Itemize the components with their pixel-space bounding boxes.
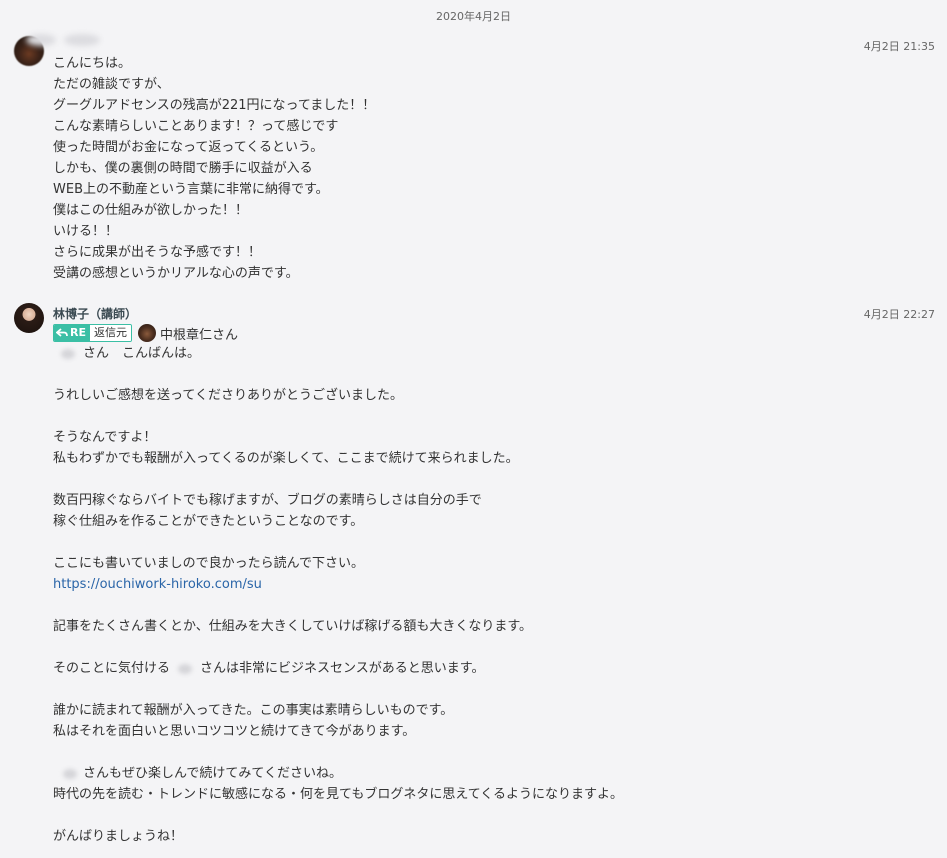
reply-to-name[interactable]: 中根章仁さん — [160, 324, 238, 343]
message-line: うれしいご感想を送ってくださりありがとうございました。 — [53, 388, 403, 403]
message-line: さん こんばんは。 — [53, 343, 623, 364]
message-line — [53, 637, 623, 658]
message-line — [53, 406, 623, 427]
message-line: 私はそれを面白いと思いコツコツと続けてきて今があります。 — [53, 724, 416, 739]
message-line — [53, 532, 623, 553]
reply-arrow-icon — [56, 328, 68, 337]
message-line: そのことに気付ける さんは非常にビジネスセンスがあると思います。 — [53, 661, 485, 676]
message-line: 記事をたくさん書くとか、仕組みを大きくしていけば稼げる額も大きくなります。 — [53, 619, 533, 634]
message-line — [53, 742, 623, 763]
reply-badge-label: RE — [70, 326, 86, 339]
message-2: 林博子（講師） 4月2日 22:27 RE 返信元 中根章仁さん さん こんばん… — [0, 0, 947, 858]
message-line — [53, 469, 623, 490]
message-line: 誰かに読まれて報酬が入ってきた。この事実は素晴らしいものです。 — [53, 703, 454, 718]
message-line — [53, 805, 623, 826]
reply-badge[interactable]: RE 返信元 — [53, 324, 132, 342]
reply-source-label: 返信元 — [89, 325, 131, 341]
message-line: 時代の先を読む・トレンドに敏感になる・何を見てもブログネタに思えてくるようになり… — [53, 787, 624, 802]
message-body: さん こんばんは。 うれしいご感想を送ってくださりありがとうございました。 そう… — [53, 343, 623, 847]
message-line: 稼ぐ仕組みを作ることができたということなのです。 — [53, 514, 364, 529]
redacted-name — [63, 768, 77, 779]
message-timestamp: 4月2日 22:27 — [863, 308, 935, 321]
message-line: 数百円稼ぐならバイトでも稼げますが、ブログの素晴らしさは自分の手で — [53, 493, 482, 508]
message-line: さんもぜひ楽しんで続けてみてくださいね。 — [53, 763, 623, 784]
message-line: そうなんですよ！ — [53, 430, 157, 445]
reply-to-avatar — [137, 324, 156, 342]
message-line: 私もわずかでも報酬が入ってくるのが楽しくて、ここまで続けて来られました。 — [53, 451, 519, 466]
message-line — [53, 364, 623, 385]
redacted-name — [178, 663, 193, 674]
sender-name[interactable]: 林博子（講師） — [53, 305, 137, 322]
message-line — [53, 595, 623, 616]
message-line — [53, 679, 623, 700]
sender-avatar[interactable] — [14, 303, 44, 333]
message-line: https://ouchiwork-hiroko.com/su — [53, 574, 623, 595]
message-line: ここにも書いていましので良かったら読んで下さい。 — [53, 556, 364, 571]
blog-link[interactable]: https://ouchiwork-hiroko.com/su — [53, 577, 262, 592]
redacted-name — [61, 348, 75, 359]
message-line: がんばりましょうね！ — [53, 829, 184, 844]
reply-reference[interactable]: RE 返信元 中根章仁さん — [53, 323, 238, 343]
